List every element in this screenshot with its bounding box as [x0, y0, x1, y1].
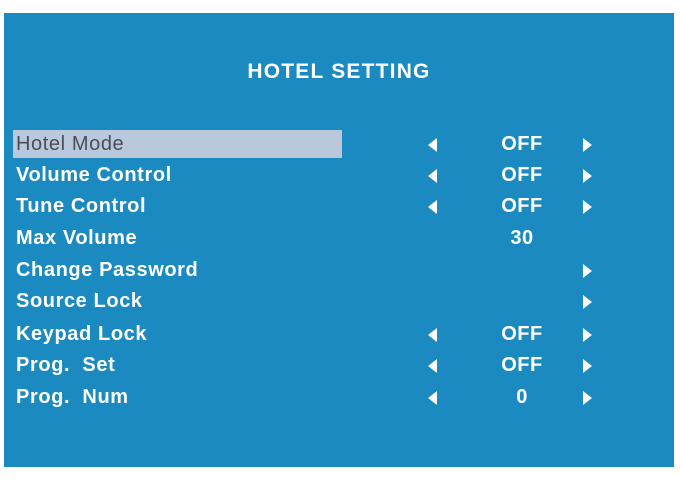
menu-item-volume-control[interactable]: Volume Control OFF: [4, 161, 674, 191]
hotel-setting-menu: HOTEL SETTING Hotel Mode OFF Volume Cont…: [4, 13, 674, 467]
menu-item-label: Prog. Num: [16, 386, 129, 408]
menu-item-value: 0: [516, 386, 528, 408]
menu-item-value: OFF: [501, 133, 543, 155]
menu-item-label: Tune Control: [16, 195, 147, 217]
menu-item-value: OFF: [501, 323, 543, 345]
menu-item-prog-set[interactable]: Prog. Set OFF: [4, 351, 674, 381]
arrow-right-icon[interactable]: [583, 200, 592, 214]
menu-item-value: OFF: [501, 195, 543, 217]
menu-title: HOTEL SETTING: [247, 60, 431, 83]
menu-item-value: OFF: [501, 164, 543, 186]
arrow-right-icon[interactable]: [583, 391, 592, 405]
arrow-right-icon[interactable]: [583, 169, 592, 183]
menu-item-label: Volume Control: [16, 164, 172, 186]
menu-item-label: Change Password: [16, 259, 199, 281]
arrow-right-icon[interactable]: [583, 328, 592, 342]
menu-item-value: 30: [510, 227, 534, 249]
arrow-left-icon[interactable]: [428, 328, 437, 342]
menu-item-change-password[interactable]: Change Password: [4, 256, 674, 286]
arrow-left-icon[interactable]: [428, 200, 437, 214]
arrow-left-icon[interactable]: [428, 391, 437, 405]
arrow-right-icon[interactable]: [583, 264, 592, 278]
menu-item-prog-num[interactable]: Prog. Num 0: [4, 383, 674, 413]
menu-item-hotel-mode[interactable]: Hotel Mode OFF: [4, 130, 674, 160]
menu-item-tune-control[interactable]: Tune Control OFF: [4, 192, 674, 222]
arrow-left-icon[interactable]: [428, 138, 437, 152]
menu-item-source-lock[interactable]: Source Lock: [4, 287, 674, 317]
menu-item-keypad-lock[interactable]: Keypad Lock OFF: [4, 320, 674, 350]
arrow-left-icon[interactable]: [428, 169, 437, 183]
menu-item-label: Source Lock: [16, 290, 143, 312]
menu-item-label: Keypad Lock: [16, 323, 148, 345]
menu-item-label: Hotel Mode: [13, 130, 342, 158]
menu-item-label: Prog. Set: [16, 354, 116, 376]
arrow-left-icon[interactable]: [428, 359, 437, 373]
menu-item-label: Max Volume: [16, 227, 138, 249]
arrow-right-icon[interactable]: [583, 359, 592, 373]
menu-item-value: OFF: [501, 354, 543, 376]
menu-item-max-volume[interactable]: Max Volume 30: [4, 224, 674, 254]
arrow-right-icon[interactable]: [583, 295, 592, 309]
arrow-right-icon[interactable]: [583, 138, 592, 152]
